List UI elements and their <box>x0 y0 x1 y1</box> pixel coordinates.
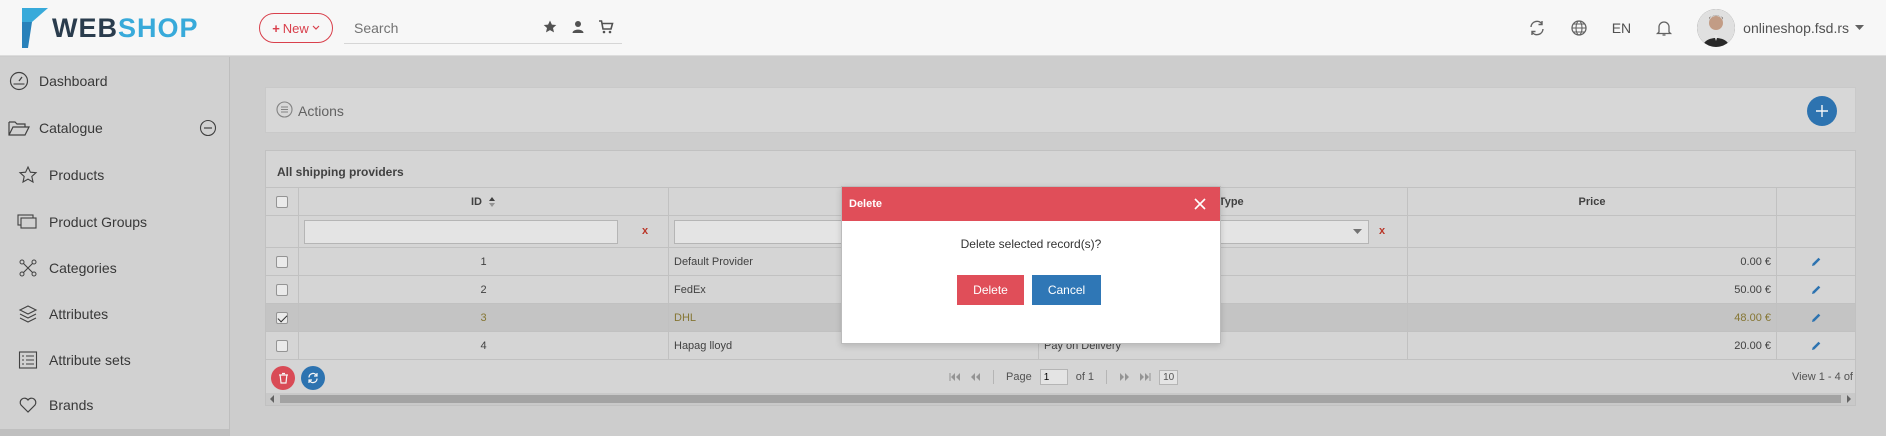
confirm-delete-button[interactable]: Delete <box>957 275 1024 305</box>
close-icon[interactable] <box>1192 196 1208 212</box>
dialog-message: Delete selected record(s)? <box>960 237 1102 251</box>
delete-confirm-dialog: Delete Delete selected record(s)? Delete… <box>841 186 1221 344</box>
dialog-header: Delete <box>842 187 1220 221</box>
cancel-button[interactable]: Cancel <box>1032 275 1101 305</box>
dialog-title: Delete <box>849 198 883 210</box>
